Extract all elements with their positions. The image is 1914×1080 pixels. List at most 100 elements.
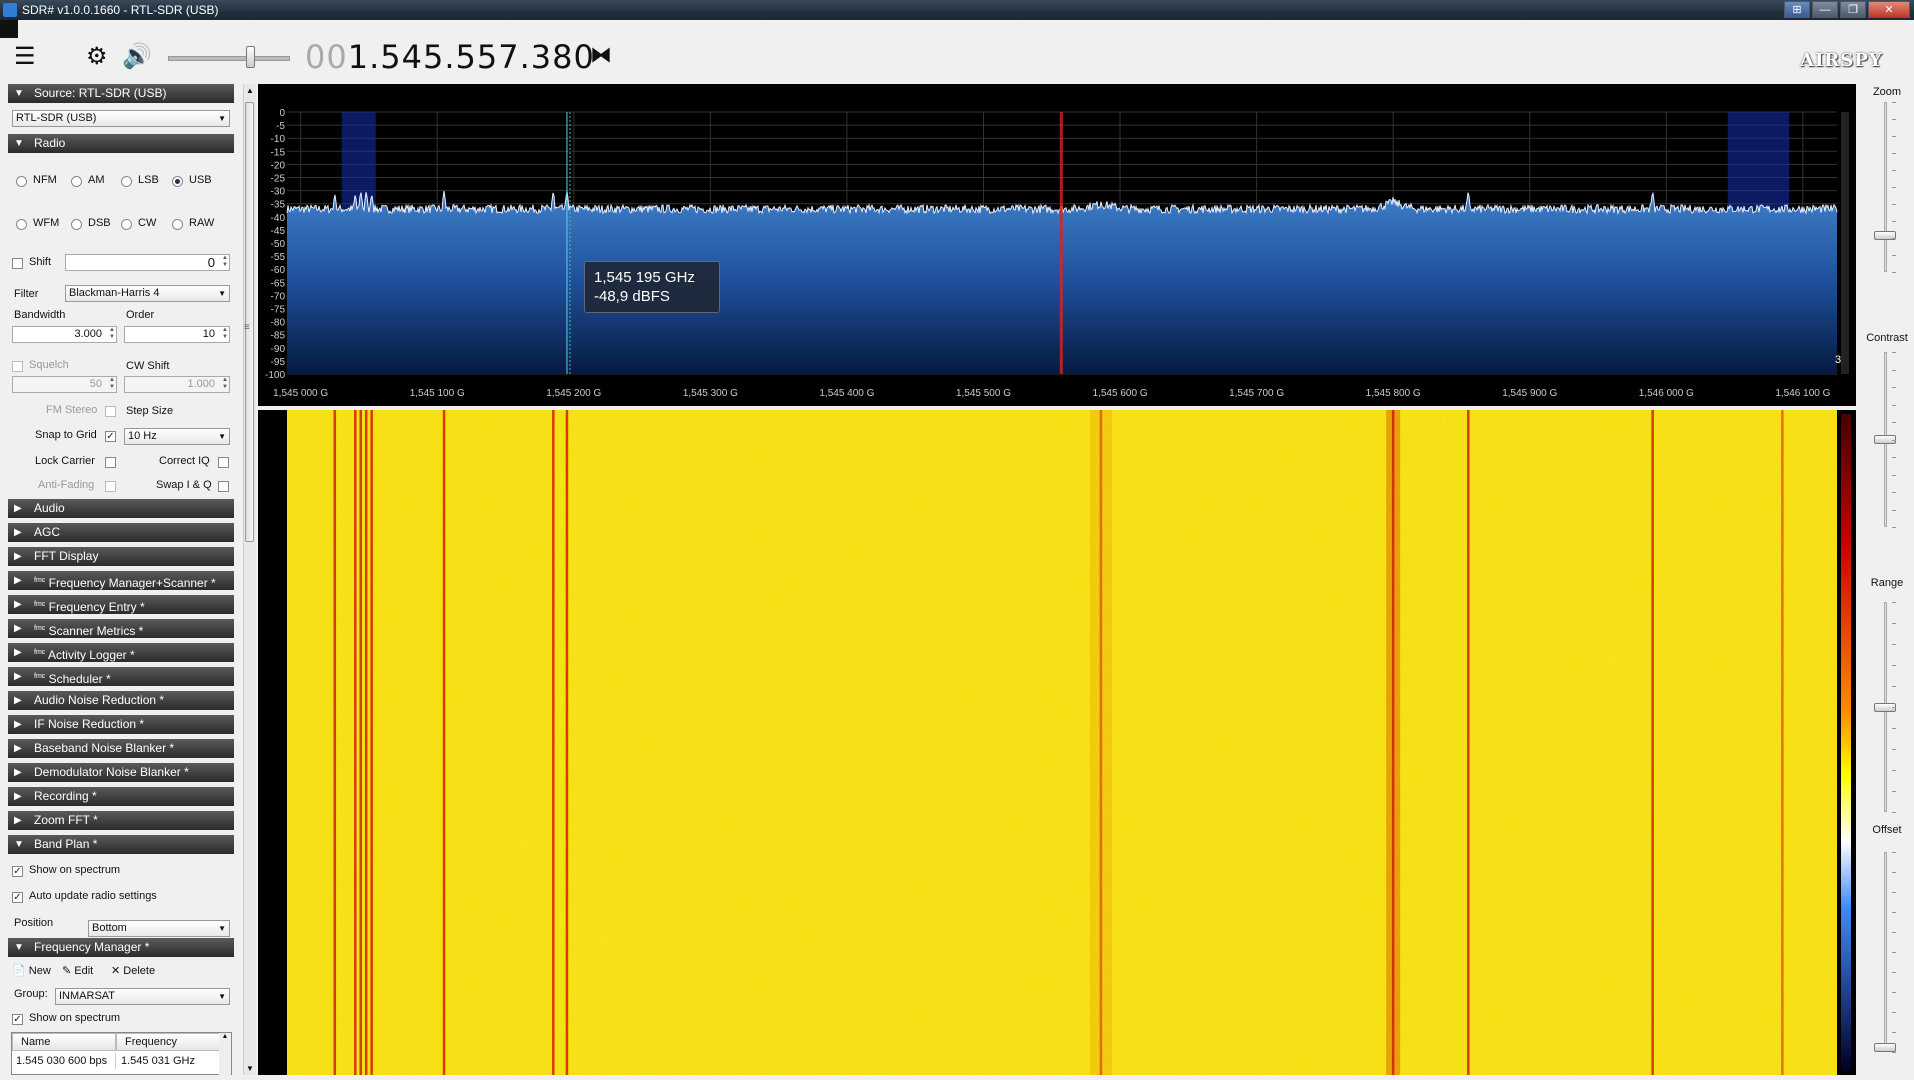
bandwidth-input[interactable]: 3.000 ▲ ▼ <box>12 326 117 343</box>
frequency-table[interactable]: Name Frequency ▲ 1.545 030 600 bps 1.545… <box>11 1032 232 1075</box>
volume-slider-track[interactable] <box>168 56 290 61</box>
slider-tick <box>1892 728 1896 729</box>
mode-radio-wfm[interactable] <box>16 219 27 230</box>
mode-radio-usb[interactable] <box>172 176 183 187</box>
source-device-select[interactable]: RTL-SDR (USB) ▼ <box>12 110 230 127</box>
layout-grid-button[interactable]: ⊞ <box>1784 1 1810 18</box>
freq-manager-show-on-spectrum-checkbox[interactable]: ✓ <box>12 1014 23 1025</box>
squelch-checkbox[interactable] <box>12 361 23 372</box>
y-tick-label: -85 <box>271 331 286 342</box>
frequency-digits[interactable]: 1.545.557.380 <box>348 38 595 76</box>
snap-to-grid-checkbox[interactable]: ✓ <box>105 431 116 442</box>
spectrum-analyzer[interactable]: 0 -5 -10 -15 -20 -25 -30 -35 -40 -45 -50 -55 -60 -65 -… <box>258 84 1856 406</box>
slider-tick <box>1892 812 1896 813</box>
fft-display-section-header[interactable]: ▶ FFT Display <box>8 547 234 566</box>
audio-section-header[interactable]: ▶ Audio <box>8 499 234 518</box>
x-tick-label: 1,545 500 G <box>956 388 1011 399</box>
demodulator-noise-blanker-section-header[interactable]: ▶ Demodulator Noise Blanker * <box>8 763 234 782</box>
mode-radio-dsb[interactable] <box>71 219 82 230</box>
slider-tick <box>1892 527 1896 528</box>
band-plan-position-select[interactable]: Bottom ▼ <box>88 920 230 937</box>
y-tick-label: -60 <box>271 265 286 276</box>
scroll-up-icon[interactable]: ▲ <box>246 86 254 95</box>
band-plan-section-header[interactable]: ▼ Band Plan * <box>8 835 234 854</box>
mode-radio-lsb[interactable] <box>121 176 132 187</box>
frequency-leading-digits[interactable]: 00 <box>305 38 348 76</box>
new-entry-button[interactable]: 📄 New <box>12 964 51 977</box>
mode-radio-raw[interactable] <box>172 219 183 230</box>
shift-label: Shift <box>29 256 52 268</box>
close-button[interactable]: ✕ <box>1868 1 1910 18</box>
tune-center-icon[interactable]: ⧓ <box>590 42 612 68</box>
frequency-display[interactable]: 001.545.557.380 <box>305 38 595 76</box>
delete-entry-button[interactable]: ✕ Delete <box>111 964 155 977</box>
mode-radio-cw[interactable] <box>121 219 132 230</box>
radio-section-header[interactable]: ▼ Radio <box>8 134 234 153</box>
table-scrollbar[interactable]: ▲ <box>219 1033 231 1075</box>
source-section-header[interactable]: ▼ Source: RTL-SDR (USB) <box>8 84 234 103</box>
agc-section-header[interactable]: ▶ AGC <box>8 523 234 542</box>
anti-fading-checkbox[interactable] <box>105 481 116 492</box>
fm-stereo-checkbox[interactable] <box>105 406 116 417</box>
correct-iq-checkbox[interactable] <box>218 457 229 468</box>
frequency-manager-scanner-section-header[interactable]: ▶ fmc Frequency Manager+Scanner * <box>8 571 234 590</box>
mode-radio-am[interactable] <box>71 176 82 187</box>
range-label: Range <box>1870 577 1904 589</box>
mode-label-dsb: DSB <box>88 217 111 229</box>
minimize-button[interactable]: — <box>1812 1 1838 18</box>
band-plan-show-on-spectrum-checkbox[interactable]: ✓ <box>12 866 23 877</box>
auto-update-radio-settings-checkbox[interactable]: ✓ <box>12 892 23 903</box>
table-row-name[interactable]: 1.545 030 600 bps <box>12 1053 116 1069</box>
waterfall-carrier-trace <box>1651 410 1654 1075</box>
column-header-frequency[interactable]: Frequency <box>116 1033 220 1051</box>
splitter-grip-icon[interactable]: ≡ <box>244 322 250 333</box>
waterfall-plot[interactable] <box>258 410 1856 1075</box>
slider-tick <box>1892 387 1896 388</box>
slider-tick <box>1892 187 1896 188</box>
y-tick-label: -65 <box>271 278 286 289</box>
shift-checkbox[interactable] <box>12 258 23 269</box>
contrast-label: Contrast <box>1866 332 1908 344</box>
frequency-manager-section-header[interactable]: ▼ Frequency Manager * <box>8 938 234 957</box>
gear-icon[interactable]: ⚙ <box>86 45 108 69</box>
speaker-icon[interactable]: 🔊 <box>122 45 152 69</box>
waterfall-display[interactable] <box>258 410 1856 1075</box>
table-row-frequency[interactable]: 1.545 031 GHz <box>117 1053 217 1069</box>
scheduler-section-header[interactable]: ▶ fmc Scheduler * <box>8 667 234 686</box>
stop-icon[interactable] <box>0 20 18 38</box>
collapse-arrow-icon: ▼ <box>14 88 24 99</box>
scroll-down-icon[interactable]: ▼ <box>246 1064 254 1073</box>
cw-shift-input[interactable]: 1.000 ▲ ▼ <box>124 376 230 393</box>
slider-tick <box>1892 892 1896 893</box>
order-input[interactable]: 10 ▲ ▼ <box>124 326 230 343</box>
squelch-input[interactable]: 50 ▲ ▼ <box>12 376 117 393</box>
left-control-panel: ▼ Source: RTL-SDR (USB) RTL-SDR (USB) ▼ ▼ R… <box>8 84 236 1075</box>
zoom-fft-section-header[interactable]: ▶ Zoom FFT * <box>8 811 234 830</box>
activity-logger-section-header[interactable]: ▶ fmc Activity Logger * <box>8 643 234 662</box>
baseband-noise-blanker-section-header[interactable]: ▶ Baseband Noise Blanker * <box>8 739 234 758</box>
frequency-entry-section-header[interactable]: ▶ fmc Frequency Entry * <box>8 595 234 614</box>
offset-slider-track[interactable] <box>1884 852 1887 1052</box>
maximize-button[interactable]: ❐ <box>1840 1 1866 18</box>
edit-entry-button[interactable]: ✎ Edit <box>62 964 93 977</box>
expand-arrow-icon: ▶ <box>14 671 22 682</box>
group-select[interactable]: INMARSAT ▼ <box>55 988 230 1005</box>
step-size-select[interactable]: 10 Hz ▼ <box>124 428 230 445</box>
spectrum-plot[interactable]: 0 -5 -10 -15 -20 -25 -30 -35 -40 -45 -50 -55 -60 -65 -… <box>258 84 1856 406</box>
swap-iq-checkbox[interactable] <box>218 481 229 492</box>
scanner-metrics-section-header[interactable]: ▶ fmc Scanner Metrics * <box>8 619 234 638</box>
hamburger-menu-icon[interactable]: ☰ <box>14 45 36 69</box>
column-header-name[interactable]: Name <box>12 1033 116 1051</box>
audio-noise-reduction-section-header[interactable]: ▶ Audio Noise Reduction * <box>8 691 234 710</box>
recording-section-header[interactable]: ▶ Recording * <box>8 787 234 806</box>
if-noise-reduction-section-header[interactable]: ▶ IF Noise Reduction * <box>8 715 234 734</box>
filter-select[interactable]: Blackman-Harris 4 ▼ <box>65 285 230 302</box>
volume-slider-thumb[interactable] <box>246 46 255 68</box>
shift-input[interactable]: 0 ▲ ▼ <box>65 254 230 271</box>
lock-carrier-checkbox[interactable] <box>105 457 116 468</box>
left-panel-scrollbar[interactable]: ▲ ▼ <box>243 84 256 1075</box>
mode-radio-nfm[interactable] <box>16 176 27 187</box>
slider-tick <box>1892 255 1896 256</box>
offset-slider-thumb[interactable] <box>1874 1043 1896 1052</box>
zoom-slider-track[interactable] <box>1884 102 1887 272</box>
